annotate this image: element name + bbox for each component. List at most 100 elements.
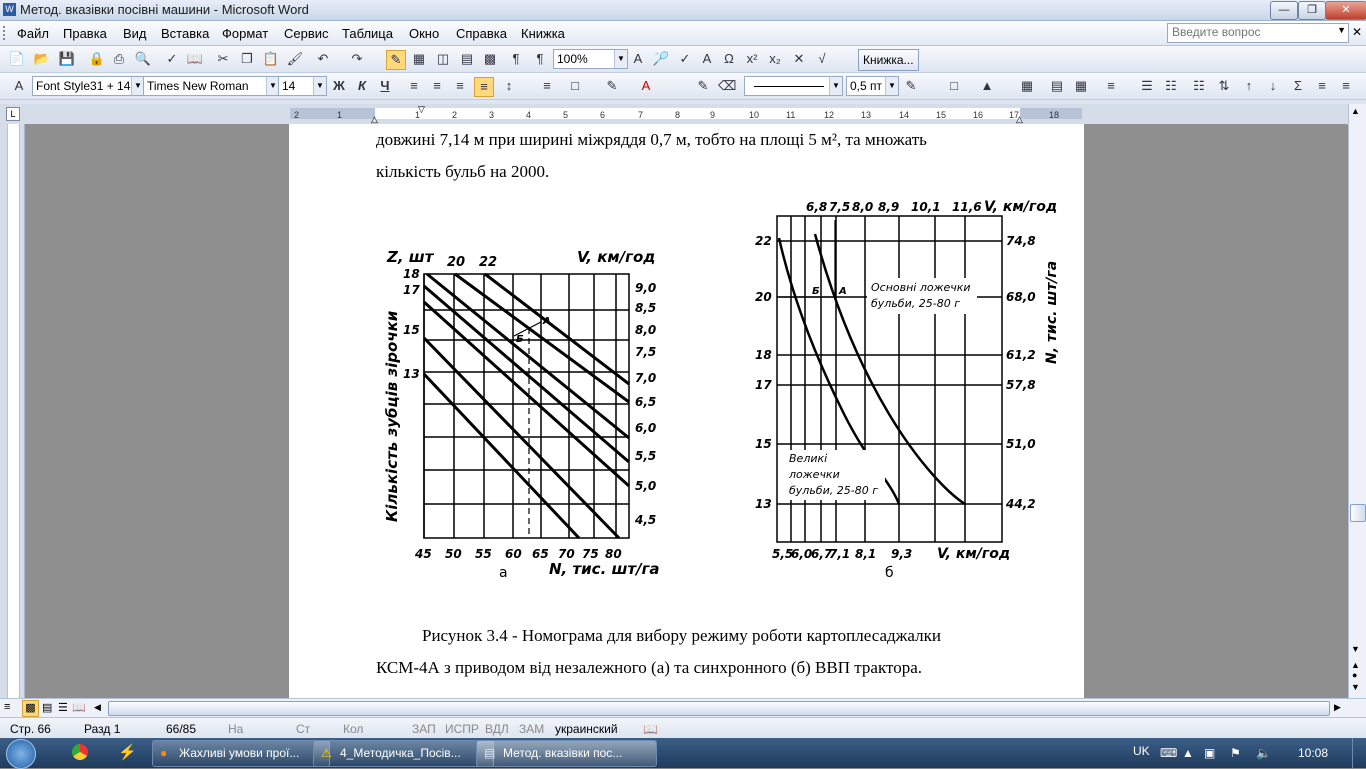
indent-marker[interactable]: ▽ (418, 104, 425, 115)
drawing-icon[interactable]: ✎ (386, 50, 406, 70)
vertical-ruler[interactable] (0, 124, 25, 698)
taskbar-item[interactable]: ▤ Метод. вказівки пос... (476, 740, 657, 767)
outline-view-icon[interactable]: ☰ (58, 701, 68, 714)
redo-icon[interactable]: ↷ (348, 50, 366, 68)
borders-icon[interactable]: □ (566, 77, 584, 95)
show-formatting-icon[interactable]: ¶ (507, 50, 525, 68)
menu-table[interactable]: Таблица (342, 26, 393, 41)
help-search-input[interactable] (1168, 24, 1336, 40)
align-cell-icon[interactable]: ≡ (1102, 77, 1120, 95)
superscript-icon[interactable]: x² (743, 50, 761, 68)
sort-desc-icon[interactable]: ↓ (1264, 77, 1282, 95)
menu-insert[interactable]: Вставка (161, 26, 209, 41)
status-overtype[interactable]: ЗАМ (519, 722, 544, 736)
thesaurus-icon[interactable]: 🏸 (652, 50, 670, 68)
new-document-icon[interactable]: 📄 (8, 50, 26, 68)
autoformat-icon[interactable]: ☷ (1190, 77, 1208, 95)
shading-icon[interactable]: ▲ (978, 77, 996, 95)
word-app-icon[interactable]: W (3, 3, 16, 16)
highlight-icon[interactable]: ✎ (603, 77, 621, 95)
close-document-icon[interactable]: ✕ (1352, 25, 1362, 39)
quick-launch-icon[interactable]: ⚡ (118, 743, 137, 761)
horizontal-ruler[interactable]: L 2 1 1 2 3 4 5 6 7 8 9 10 11 12 13 14 1… (0, 104, 1366, 125)
print-layout-icon[interactable]: ▤ (42, 701, 52, 714)
cut-icon[interactable]: ✂ (214, 50, 232, 68)
align-right-icon[interactable]: ≡ (451, 77, 469, 95)
insert-table-2-icon[interactable]: ▦ (1018, 77, 1036, 95)
line-style-select[interactable]: ▼ (744, 76, 843, 96)
align-left-icon[interactable]: ≡ (405, 77, 423, 95)
font-select[interactable]: Times New Roman ▼ (143, 76, 280, 96)
copy-icon[interactable]: ❐ (238, 50, 256, 68)
capital-a-icon[interactable]: A (698, 50, 716, 68)
align-center-icon[interactable]: ≡ (428, 77, 446, 95)
scroll-left-icon[interactable]: ◀ (94, 702, 101, 713)
spelling-icon[interactable]: ✓ (163, 50, 181, 68)
minimize-button[interactable]: — (1270, 1, 1298, 20)
chevron-down-icon[interactable]: ▼ (829, 77, 842, 95)
web-layout-icon[interactable]: ▩ (22, 700, 39, 717)
scroll-up-icon[interactable]: ▲ (1351, 106, 1360, 116)
insert-symbol-icon[interactable]: Ω (720, 50, 738, 68)
text-direction-icon[interactable]: ⇅ (1215, 77, 1233, 95)
restore-button[interactable]: ❐ (1298, 1, 1326, 20)
insert-table-icon[interactable]: ▦ (410, 50, 428, 68)
vertical-scrollbar[interactable]: ▲ ▼ ▲ ● ▼ (1348, 104, 1366, 698)
chevron-down-icon[interactable]: ▼ (313, 77, 326, 95)
menu-edit[interactable]: Правка (63, 26, 107, 41)
chevron-down-icon[interactable]: ▼ (885, 77, 898, 95)
menu-window[interactable]: Окно (409, 26, 439, 41)
menu-book[interactable]: Книжка (521, 26, 565, 41)
eraser-icon[interactable]: ⌫ (718, 77, 736, 95)
scroll-thumb[interactable] (1350, 504, 1366, 522)
show-desktop-button[interactable] (1352, 738, 1366, 768)
network-icon[interactable]: ▣ (1204, 746, 1215, 760)
border-color-icon[interactable]: ✎ (902, 77, 920, 95)
scroll-down-icon[interactable]: ▼ (1351, 644, 1360, 654)
previous-page-icon[interactable]: ▲ (1351, 660, 1360, 670)
format-painter-icon[interactable]: 🖌 (286, 50, 304, 68)
status-language[interactable]: украинский (555, 722, 618, 736)
start-button[interactable] (6, 739, 36, 769)
next-page-icon[interactable]: ▼ (1351, 682, 1360, 692)
style-select[interactable]: Font Style31 + 14 ▼ (32, 76, 145, 96)
document-map-icon[interactable]: ▩ (481, 50, 499, 68)
columns-icon[interactable]: ▤ (458, 50, 476, 68)
line-spacing-icon[interactable]: ↕ (500, 77, 518, 95)
chevron-down-icon[interactable]: ▼ (614, 50, 627, 68)
document-page[interactable]: довжині 7,14 м при ширині міжряддя 0,7 м… (289, 124, 1084, 698)
print-preview-icon[interactable]: 🔍 (134, 50, 152, 68)
distribute-columns-icon[interactable]: ☷ (1162, 77, 1180, 95)
permission-icon[interactable]: 🔒 (88, 50, 106, 68)
taskbar-item[interactable]: ● Жахливі умови прої... (152, 740, 330, 767)
tray-arrow-icon[interactable]: ▲ (1182, 746, 1194, 760)
font-size-select[interactable]: 14 ▼ (278, 76, 327, 96)
merge-cells-icon[interactable]: ▤ (1048, 77, 1066, 95)
action-center-icon[interactable]: ⚑ (1230, 746, 1241, 760)
keyboard-icon[interactable]: ⌨ (1160, 746, 1177, 760)
select-browse-object-icon[interactable]: ● (1352, 670, 1357, 680)
line-width-select[interactable]: 0,5 пт ▼ (846, 76, 899, 96)
outside-border-icon[interactable]: □ (945, 77, 963, 95)
status-page[interactable]: Стр. 66 (10, 722, 51, 736)
autosum-icon[interactable]: Σ (1289, 77, 1307, 95)
menu-tools[interactable]: Сервис (284, 26, 329, 41)
sort-asc-icon[interactable]: ↑ (1240, 77, 1258, 95)
book-button[interactable]: Книжка... (858, 49, 919, 71)
menu-format[interactable]: Формат (222, 26, 268, 41)
styles-icon[interactable]: A (10, 77, 28, 95)
italic-button[interactable]: К (353, 77, 371, 95)
close-button[interactable]: ✕ (1325, 1, 1366, 20)
spell-abc-icon[interactable]: ✓ (676, 50, 694, 68)
menu-file[interactable]: Файл (17, 26, 49, 41)
formula-icon[interactable]: √ (813, 50, 831, 68)
numbering-icon[interactable]: ≡ (538, 77, 556, 95)
read-icon[interactable]: A (629, 50, 647, 68)
insert-excel-icon[interactable]: ◫ (434, 50, 452, 68)
bold-button[interactable]: Ж (330, 77, 348, 95)
chrome-icon[interactable] (72, 744, 88, 760)
spelling-status-icon[interactable]: 📖 (643, 722, 658, 736)
status-extend[interactable]: ВДЛ (485, 722, 509, 736)
font-color-icon[interactable]: A (637, 77, 655, 95)
subscript-icon[interactable]: x₂ (766, 50, 784, 68)
